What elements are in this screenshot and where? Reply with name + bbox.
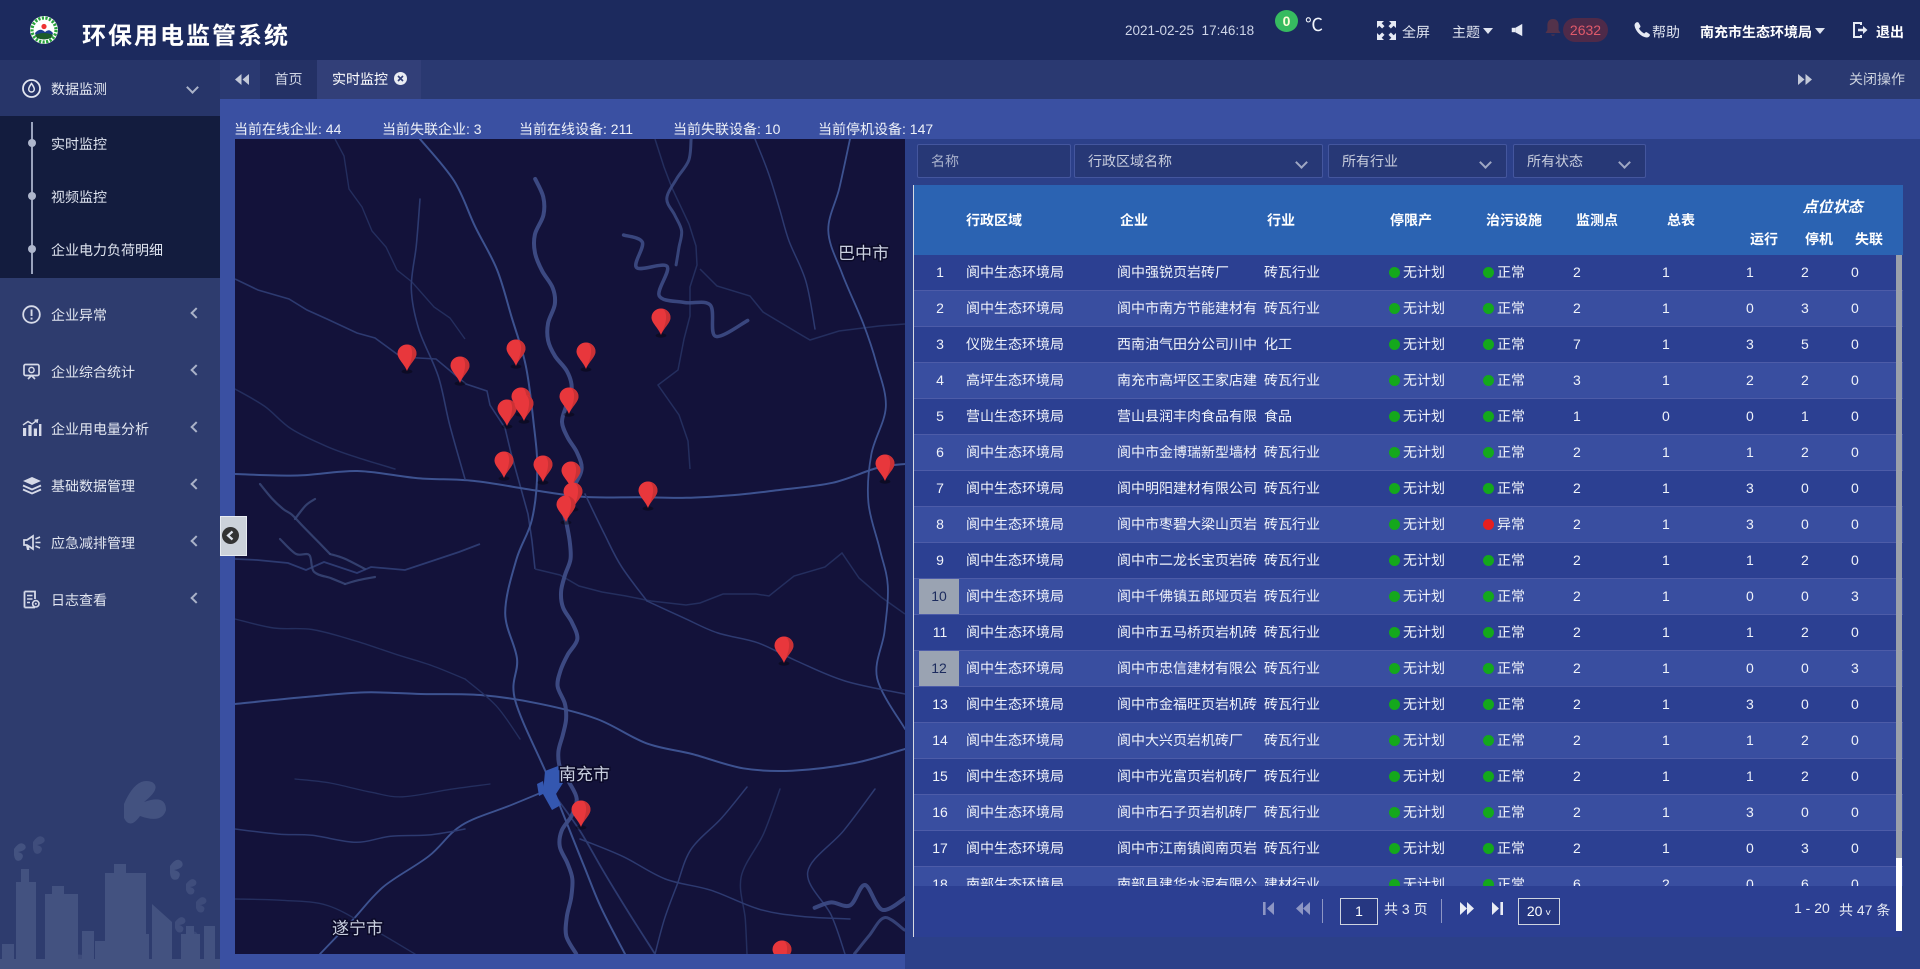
svg-text:遂宁市: 遂宁市 [332,919,383,938]
svg-text:巴中市: 巴中市 [838,244,889,263]
svg-text:南充市: 南充市 [559,765,610,784]
